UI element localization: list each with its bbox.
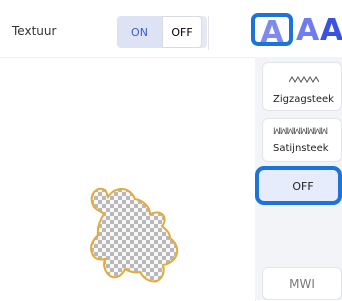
toolbar-divider: [208, 16, 209, 50]
satin-stitch-card[interactable]: ꟽꟽꟽꟽꟽꟽꟽꟽ Satijnsteek: [262, 118, 342, 162]
zigzag-icon: [289, 76, 319, 83]
font-style-bold-button[interactable]: A: [320, 13, 342, 48]
texture-on-button[interactable]: ON: [117, 16, 162, 48]
satin-stitch-icon: ꟽꟽꟽꟽꟽꟽꟽꟽ: [273, 127, 328, 137]
stitch-pattern-card[interactable]: MWI: [262, 267, 342, 300]
bear-textured-shape: [89, 187, 179, 283]
zigzag-label: Zigzagsteek: [273, 94, 334, 105]
texture-off-button[interactable]: OFF: [162, 16, 202, 48]
off-option-button[interactable]: OFF: [255, 166, 342, 205]
off-label: OFF: [292, 179, 314, 193]
font-style-medium-button[interactable]: A: [296, 13, 319, 48]
texture-toolbar: Textuur ON OFF A A A: [0, 0, 342, 57]
zigzag-stitch-card[interactable]: Zigzagsteek: [262, 62, 342, 111]
satin-label: Satijnsteek: [273, 143, 329, 154]
texture-label: Textuur: [12, 24, 57, 38]
font-style-outline-button[interactable]: A: [251, 13, 293, 49]
